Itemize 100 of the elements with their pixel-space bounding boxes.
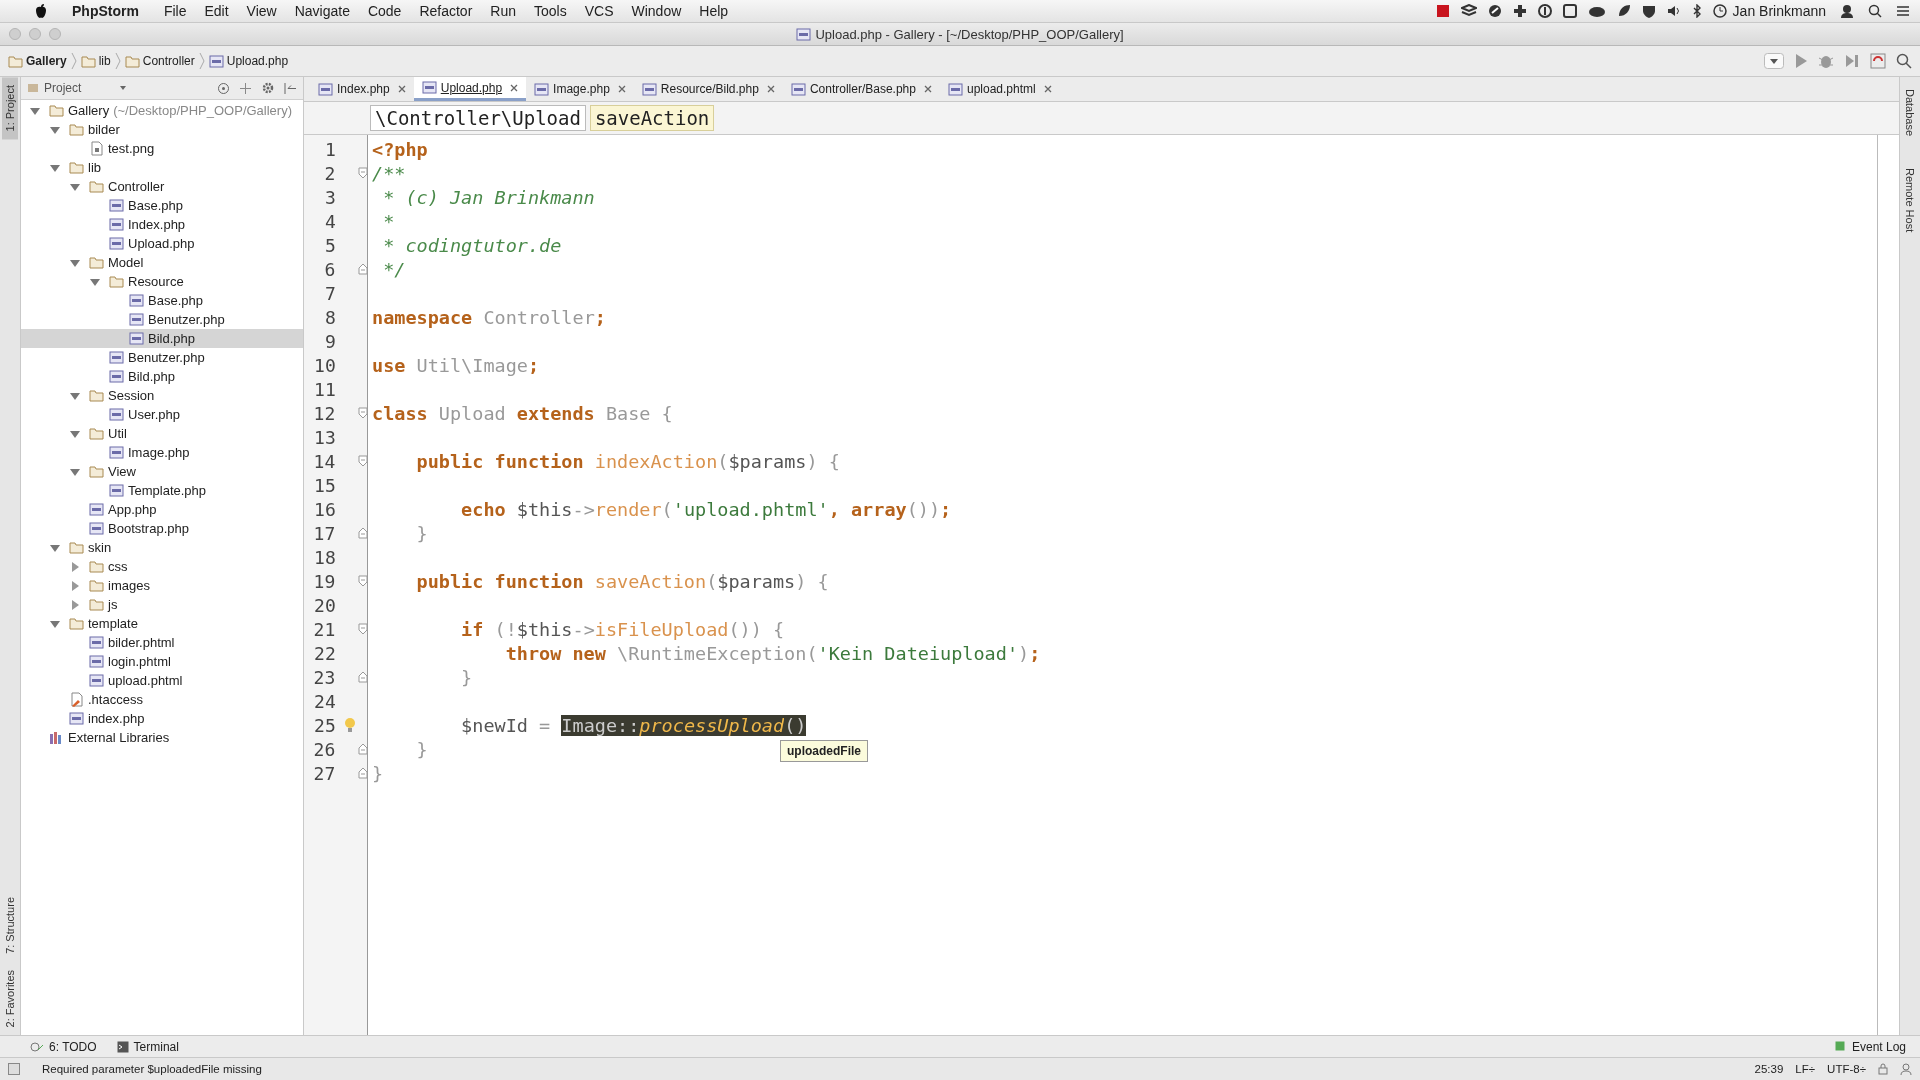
hide-icon[interactable] — [284, 81, 297, 95]
tree-item[interactable]: External Libraries — [21, 728, 303, 747]
sync-icon[interactable] — [1870, 53, 1886, 69]
tree-item[interactable]: Model — [21, 253, 303, 272]
menu-item[interactable]: VCS — [575, 3, 623, 19]
menu-item[interactable]: Refactor — [410, 3, 482, 19]
fold-icon[interactable] — [358, 263, 368, 275]
tree-item[interactable]: upload.phtml — [21, 671, 303, 690]
fold-icon[interactable] — [358, 623, 368, 635]
editor-tab[interactable]: Controller/Base.php — [782, 77, 940, 101]
fold-icon[interactable] — [358, 527, 368, 539]
tree-item[interactable]: template — [21, 614, 303, 633]
tree-item[interactable]: Base.php — [21, 291, 303, 310]
tree-item[interactable]: Index.php — [21, 215, 303, 234]
tree-item[interactable]: Template.php — [21, 481, 303, 500]
tree-item[interactable]: images — [21, 576, 303, 595]
target-icon[interactable] — [217, 81, 230, 95]
tree-item[interactable]: Image.php — [21, 443, 303, 462]
menu-item[interactable]: Tools — [525, 3, 576, 19]
tree-item[interactable]: Bootstrap.php — [21, 519, 303, 538]
breadcrumb-item[interactable]: Upload.php — [208, 53, 289, 69]
tool-window-button[interactable]: Event Log — [1834, 1039, 1906, 1054]
line-separator-selector[interactable]: LF÷ — [1795, 1063, 1816, 1075]
breadcrumb-item[interactable]: Controller — [124, 53, 195, 69]
lock-icon[interactable] — [1878, 1063, 1888, 1075]
tree-item[interactable]: Controller — [21, 177, 303, 196]
tree-item[interactable]: Bild.php — [21, 329, 303, 348]
menu-item[interactable]: Help — [690, 3, 738, 19]
person-icon[interactable] — [1840, 4, 1854, 18]
collapsed-arrow-icon[interactable] — [69, 560, 81, 573]
tool-window-button[interactable]: 7: Structure — [2, 888, 18, 962]
tree-item[interactable]: App.php — [21, 500, 303, 519]
tree-item[interactable]: css — [21, 557, 303, 576]
encoding-selector[interactable]: UTF-8÷ — [1827, 1063, 1866, 1075]
tree-item[interactable]: Benutzer.php — [21, 310, 303, 329]
close-icon[interactable] — [923, 85, 932, 93]
menu-item[interactable]: File — [154, 3, 196, 19]
tree-item[interactable]: Session — [21, 386, 303, 405]
bluetooth-icon[interactable] — [1691, 4, 1702, 18]
menu-item[interactable]: Run — [481, 3, 525, 19]
tree-item[interactable]: test.png — [21, 139, 303, 158]
tree-item[interactable]: View — [21, 462, 303, 481]
menu-item[interactable]: Edit — [195, 3, 238, 19]
panel-icon[interactable] — [8, 1063, 20, 1075]
tree-item[interactable]: index.php — [21, 709, 303, 728]
tree-item[interactable]: Bild.php — [21, 367, 303, 386]
gear-icon[interactable] — [261, 81, 275, 95]
leaf-icon[interactable] — [1616, 4, 1631, 18]
collapsed-arrow-icon[interactable] — [69, 598, 81, 611]
tree-item[interactable]: lib — [21, 158, 303, 177]
fold-icon[interactable] — [358, 743, 368, 755]
tool-window-button[interactable]: Remote Host — [1902, 162, 1918, 239]
user-name[interactable]: Jan Brinkmann — [1726, 3, 1826, 19]
menu-item[interactable]: View — [237, 3, 286, 19]
fold-icon[interactable] — [358, 671, 368, 683]
breadcrumb-item[interactable]: saveAction — [589, 105, 715, 131]
tree-item[interactable]: User.php — [21, 405, 303, 424]
editor-tab[interactable]: Resource/Bild.php — [633, 77, 783, 101]
view-selector[interactable]: Project — [27, 81, 127, 95]
fold-icon[interactable] — [358, 767, 368, 779]
lightbulb-icon[interactable] — [343, 717, 356, 733]
app-menu[interactable]: PhpStorm — [64, 3, 147, 19]
play-icon[interactable] — [1794, 53, 1808, 69]
tool-window-button[interactable]: 6: TODO — [30, 1039, 97, 1054]
tree-item[interactable]: Resource — [21, 272, 303, 291]
tree-item[interactable]: Upload.php — [21, 234, 303, 253]
editor-tab[interactable]: Image.php — [526, 77, 634, 101]
close-icon[interactable] — [617, 85, 626, 93]
bug-icon[interactable] — [1818, 53, 1834, 69]
fold-icon[interactable] — [358, 455, 368, 467]
tree-item[interactable]: bilder — [21, 120, 303, 139]
tree-item[interactable]: .htaccess — [21, 690, 303, 709]
tool-window-button[interactable]: Database — [1902, 83, 1918, 143]
circle-icon[interactable] — [1487, 4, 1502, 18]
breadcrumb-item[interactable]: \Controller\Upload — [370, 105, 586, 131]
breadcrumb-item[interactable]: Gallery — [8, 53, 67, 69]
shield-icon[interactable] — [1641, 4, 1656, 18]
clock-icon[interactable] — [1712, 4, 1727, 18]
search-icon[interactable] — [1868, 4, 1882, 18]
tree-item[interactable]: skin — [21, 538, 303, 557]
tool-window-button[interactable]: 1: Project — [2, 77, 18, 140]
tree-item[interactable]: js — [21, 595, 303, 614]
circle-icon[interactable] — [1537, 4, 1552, 18]
fold-icon[interactable] — [358, 167, 368, 179]
fold-icon[interactable] — [358, 575, 368, 587]
tree-item[interactable]: Util — [21, 424, 303, 443]
fold-icon[interactable] — [358, 407, 368, 419]
tree-item[interactable]: login.phtml — [21, 652, 303, 671]
menu-item[interactable]: Window — [622, 3, 691, 19]
apple-icon[interactable] — [34, 3, 48, 19]
tool-window-button[interactable]: 2: Favorites — [2, 961, 18, 1035]
editor-tab[interactable]: upload.phtml — [939, 77, 1060, 101]
dropdown-icon[interactable] — [1764, 53, 1784, 69]
tree-item[interactable]: Benutzer.php — [21, 348, 303, 367]
cross-icon[interactable] — [1512, 4, 1527, 18]
box-icon[interactable] — [1460, 4, 1477, 18]
square-icon[interactable] — [1562, 4, 1577, 18]
menu-item[interactable]: Code — [358, 3, 411, 19]
editor-tab[interactable]: Index.php — [310, 77, 414, 101]
speaker-icon[interactable] — [1666, 4, 1681, 18]
